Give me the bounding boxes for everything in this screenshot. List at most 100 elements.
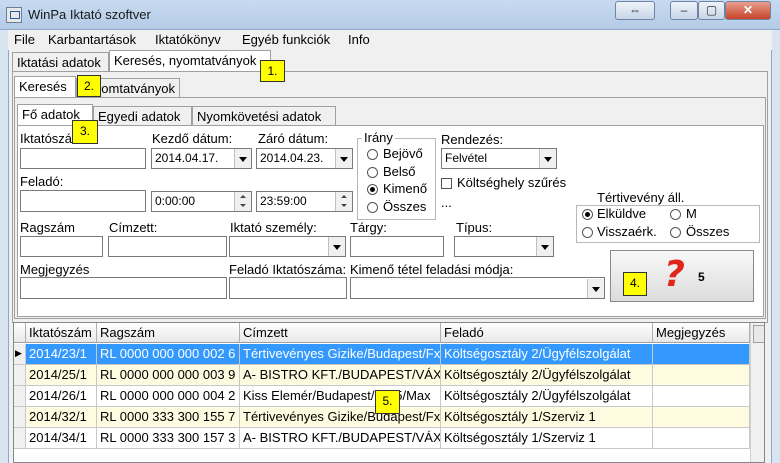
- cell-iktatoszam[interactable]: 2014/25/1: [26, 365, 97, 386]
- tertiveveny-m-radio[interactable]: [670, 209, 681, 220]
- callout-1: 1.: [260, 60, 285, 82]
- irany-kimeno-radio[interactable]: [367, 184, 378, 195]
- tipus-label: Típus:: [456, 220, 493, 235]
- minimize-button[interactable]: –: [670, 1, 698, 20]
- irany-bejovo-radio[interactable]: [367, 149, 378, 160]
- megjegyzes-input[interactable]: [20, 277, 227, 299]
- col-header-megjegyzes[interactable]: Megjegyzés: [653, 323, 750, 343]
- irany-osszes-label: Összes: [383, 199, 427, 214]
- restore-window-icon[interactable]: ⇔: [615, 1, 655, 20]
- cell-megjegyzes[interactable]: [653, 344, 750, 365]
- zaro-ido-spinner[interactable]: 23:59:00: [256, 191, 353, 212]
- chevron-down-icon[interactable]: [587, 279, 604, 298]
- grid-scrollbar[interactable]: [750, 323, 764, 462]
- felado-input[interactable]: [20, 190, 146, 212]
- cell-felado[interactable]: Költségosztály 1/Szerviz 1: [441, 428, 653, 449]
- cell-iktatoszam[interactable]: 2014/26/1: [26, 386, 97, 407]
- search-count: 5: [698, 270, 705, 284]
- irany-osszes-radio[interactable]: [367, 202, 378, 213]
- menu-egyeb-funkciok[interactable]: Egyéb funkciók: [242, 32, 330, 47]
- row-header-corner: [14, 323, 26, 343]
- kimeno-mod-select[interactable]: [350, 277, 605, 299]
- col-header-cimzett[interactable]: Címzett: [240, 323, 441, 343]
- table-row[interactable]: 2014/25/1 RL 0000 000 000 003 9 A- BISTRO …: [14, 365, 753, 386]
- tertiveveny-visszaerk-label: Visszaérk.: [597, 224, 657, 239]
- cimzett-input[interactable]: [108, 236, 227, 257]
- menu-karbantartasok[interactable]: Karbantartások: [48, 32, 136, 47]
- spinner-arrows-icon[interactable]: [234, 192, 251, 211]
- menu-file[interactable]: File: [14, 32, 35, 47]
- irany-belso-radio[interactable]: [367, 167, 378, 178]
- cell-felado[interactable]: Költségosztály 2/Ügyfélszolgálat: [441, 365, 653, 386]
- cell-cimzett[interactable]: Tértivevényes Gizike/Budapest/Fx/: [240, 344, 441, 365]
- tab-nyomkovetesi-adatok[interactable]: Nyomkövetési adatok: [192, 106, 336, 126]
- col-header-felado[interactable]: Feladó: [441, 323, 653, 343]
- tab-egyedi-adatok[interactable]: Egyedi adatok: [93, 106, 192, 126]
- chevron-down-icon[interactable]: [536, 237, 553, 256]
- spinner-arrows-icon[interactable]: [335, 192, 352, 211]
- cell-ragszam[interactable]: RL 0000 333 300 157 3: [97, 428, 240, 449]
- chevron-down-icon[interactable]: [539, 149, 556, 168]
- iktato-szemely-select[interactable]: [229, 236, 346, 257]
- maximize-button[interactable]: ▢: [698, 1, 725, 20]
- col-header-iktatoszam[interactable]: Iktatószám: [26, 323, 97, 343]
- cell-megjegyzes[interactable]: [653, 407, 750, 428]
- tab-kereses-nyomtatvanyok[interactable]: Keresés, nyomtatványok: [109, 50, 271, 72]
- cell-ragszam[interactable]: RL 0000 000 000 003 9: [97, 365, 240, 386]
- cell-felado[interactable]: Költségosztály 2/Ügyfélszolgálat: [441, 386, 653, 407]
- chevron-down-icon[interactable]: [328, 237, 345, 256]
- kezdo-ido-spinner[interactable]: 0:00:00: [151, 191, 252, 212]
- tipus-select[interactable]: [454, 236, 554, 257]
- cell-felado[interactable]: Költségosztály 2/Ügyfélszolgálat: [441, 344, 653, 365]
- col-header-ragszam[interactable]: Ragszám: [97, 323, 240, 343]
- cell-iktatoszam[interactable]: 2014/23/1: [26, 344, 97, 365]
- kezdo-ido-value: 0:00:00: [155, 194, 196, 208]
- zaro-ido-value: 23:59:00: [260, 194, 307, 208]
- cell-iktatoszam[interactable]: 2014/32/1: [26, 407, 97, 428]
- rendezes-select[interactable]: Felvétel: [441, 148, 557, 169]
- tab-iktatasi-adatok[interactable]: Iktatási adatok: [12, 52, 109, 72]
- felado-label: Feladó:: [20, 174, 64, 189]
- felado-iktatoszama-input[interactable]: [229, 277, 347, 299]
- cell-megjegyzes[interactable]: [653, 365, 750, 386]
- irany-belso-label: Belső: [383, 164, 416, 179]
- scroll-thumb[interactable]: [753, 325, 764, 343]
- tertiveveny-osszes-radio[interactable]: [670, 227, 681, 238]
- cell-cimzett[interactable]: Kiss Elemér/Budapest/1125/Max: [240, 386, 441, 407]
- cell-megjegyzes[interactable]: [653, 428, 750, 449]
- cell-iktatoszam[interactable]: 2014/34/1: [26, 428, 97, 449]
- cell-cimzett[interactable]: A- BISTRO KFT./BUDAPEST/VÁX: [240, 428, 441, 449]
- kezdo-datum-picker[interactable]: 2014.04.17.: [151, 148, 252, 169]
- cell-ragszam[interactable]: RL 0000 000 000 002 6: [97, 344, 240, 365]
- kimeno-mod-label: Kimenő tétel feladási módja:: [350, 262, 514, 277]
- ragszam-input[interactable]: [20, 236, 103, 257]
- current-row-arrow-icon[interactable]: ▶: [14, 344, 26, 365]
- row-header[interactable]: [14, 428, 26, 449]
- cell-megjegyzes[interactable]: [653, 386, 750, 407]
- tertiveveny-visszaerk-radio[interactable]: [582, 227, 593, 238]
- chevron-down-icon[interactable]: [335, 149, 352, 168]
- close-button[interactable]: ✕: [725, 1, 771, 20]
- table-row[interactable]: ▶ 2014/23/1 RL 0000 000 000 002 6 Tértivevé…: [14, 344, 753, 365]
- menu-info[interactable]: Info: [348, 32, 370, 47]
- koltseghely-checkbox[interactable]: [441, 178, 452, 189]
- iktato-szemely-label: Iktató személy:: [230, 220, 317, 235]
- row-header[interactable]: [14, 386, 26, 407]
- menu-iktatokonyv[interactable]: Iktatókönyv: [155, 32, 221, 47]
- zaro-datum-value: 2014.04.23.: [260, 151, 324, 165]
- cell-felado[interactable]: Költségosztály 1/Szerviz 1: [441, 407, 653, 428]
- cell-cimzett[interactable]: A- BISTRO KFT./BUDAPEST/VÁX: [240, 365, 441, 386]
- row-header[interactable]: [14, 365, 26, 386]
- tertiveveny-elkuldve-radio[interactable]: [582, 209, 593, 220]
- table-row[interactable]: 2014/34/1 RL 0000 333 300 157 3 A- BISTRO …: [14, 428, 753, 449]
- row-header[interactable]: [14, 407, 26, 428]
- app-icon: [6, 7, 22, 23]
- cell-ragszam[interactable]: RL 0000 000 000 004 2: [97, 386, 240, 407]
- cell-ragszam[interactable]: RL 0000 333 300 155 7: [97, 407, 240, 428]
- chevron-down-icon[interactable]: [234, 149, 251, 168]
- zaro-datum-picker[interactable]: 2014.04.23.: [256, 148, 353, 169]
- cell-cimzett[interactable]: Tértivevényes Gizike/Budapest/Fx/: [240, 407, 441, 428]
- targy-input[interactable]: [350, 236, 444, 257]
- iktatoszam-input[interactable]: [20, 148, 146, 169]
- tab-kereses[interactable]: Keresés: [14, 76, 76, 98]
